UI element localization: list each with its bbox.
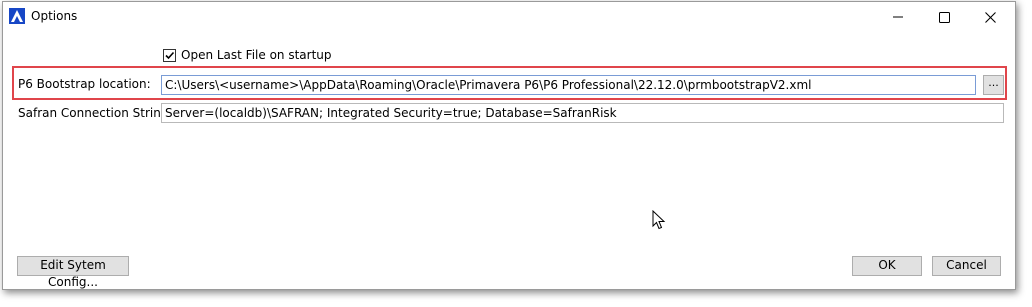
options-dialog: Options Open Last File on startup P6 Boo… bbox=[2, 1, 1016, 290]
highlight-box bbox=[12, 66, 1007, 100]
title-bar[interactable]: Options bbox=[3, 2, 1015, 32]
minimize-icon bbox=[893, 16, 903, 18]
ok-button[interactable]: OK bbox=[852, 256, 922, 276]
safran-connection-input[interactable]: Server=(localdb)\SAFRAN; Integrated Secu… bbox=[161, 103, 1004, 123]
edit-system-config-button[interactable]: Edit Sytem Config... bbox=[17, 256, 129, 289]
mouse-pointer-icon bbox=[652, 209, 666, 234]
minimize-button[interactable] bbox=[875, 2, 921, 32]
window-title: Options bbox=[31, 9, 78, 23]
maximize-button[interactable] bbox=[921, 2, 967, 32]
checkmark-icon bbox=[165, 51, 175, 60]
primavera-app-icon bbox=[9, 8, 25, 24]
close-icon bbox=[984, 11, 996, 23]
open-last-file-checkbox[interactable] bbox=[163, 49, 176, 62]
cancel-button[interactable]: Cancel bbox=[932, 256, 1001, 276]
maximize-icon bbox=[938, 11, 950, 23]
safran-connection-label: Safran Connection String: bbox=[18, 106, 173, 120]
open-last-file-label[interactable]: Open Last File on startup bbox=[181, 48, 332, 62]
close-button[interactable] bbox=[967, 2, 1013, 32]
